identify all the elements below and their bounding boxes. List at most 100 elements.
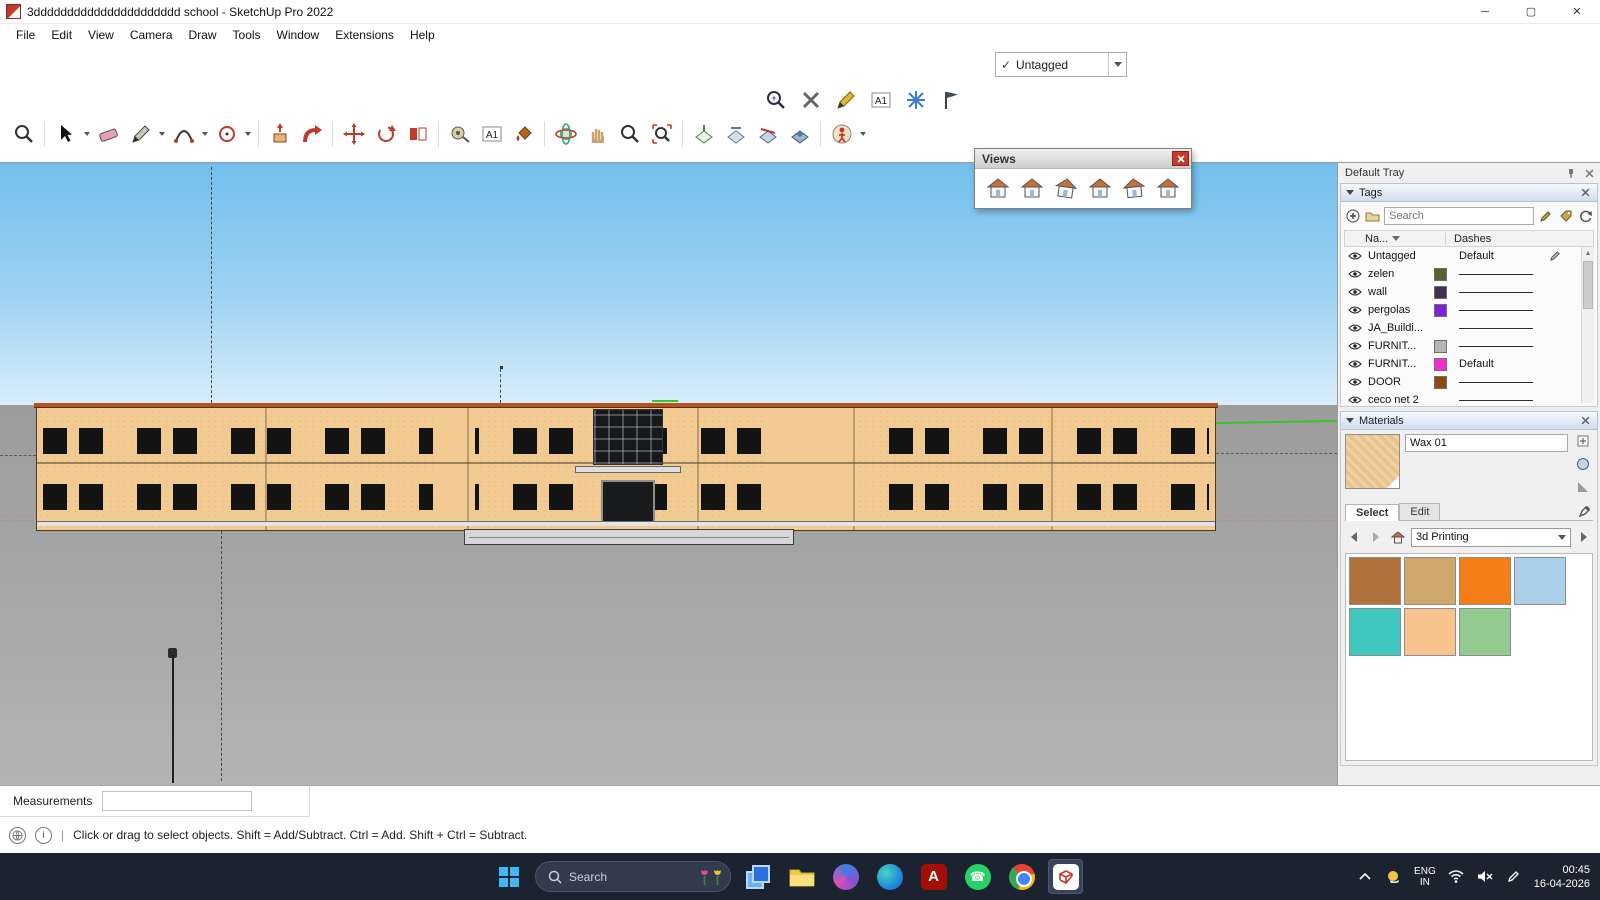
- tag-dashes-cell[interactable]: [1451, 310, 1543, 311]
- pan-tool[interactable]: [582, 118, 613, 150]
- start-button[interactable]: [492, 860, 526, 894]
- tag-row[interactable]: Untagged Default: [1344, 247, 1594, 265]
- measurements-value-field[interactable]: [102, 791, 252, 811]
- view-button[interactable]: [982, 174, 1013, 201]
- sketchup-app-icon[interactable]: [1048, 859, 1083, 894]
- section-display-tool[interactable]: [720, 118, 751, 150]
- tag-dashes-cell[interactable]: [1451, 400, 1543, 401]
- tag-dashes-cell[interactable]: [1451, 346, 1543, 347]
- zoom-tool[interactable]: [8, 118, 39, 150]
- visibility-eye-icon[interactable]: [1346, 251, 1364, 261]
- look-around-tool[interactable]: [826, 118, 857, 150]
- search-highlight-tulips-icon[interactable]: [698, 868, 724, 886]
- model-viewport[interactable]: [0, 163, 1337, 785]
- maximize-button[interactable]: ▢: [1508, 0, 1554, 24]
- dimension-a1-tool[interactable]: A1: [865, 84, 896, 116]
- tag-color-swatch[interactable]: [1434, 376, 1447, 389]
- acrobat-app-icon[interactable]: A: [916, 859, 951, 894]
- view-button[interactable]: [1050, 174, 1081, 201]
- view-button[interactable]: [1084, 174, 1115, 201]
- tray-close-icon[interactable]: [1582, 166, 1596, 180]
- tray-pin-icon[interactable]: [1564, 166, 1578, 180]
- arc-tool[interactable]: [168, 118, 199, 150]
- materials-close-icon[interactable]: [1578, 414, 1592, 428]
- tag-dashes-cell[interactable]: [1451, 328, 1543, 329]
- menu-item[interactable]: View: [80, 25, 122, 45]
- freehand-pencil-tool[interactable]: [830, 84, 861, 116]
- follow-me-tool[interactable]: [296, 118, 327, 150]
- tag-row[interactable]: DOOR: [1344, 373, 1594, 391]
- section-cuts-tool[interactable]: [752, 118, 783, 150]
- material-swatch[interactable]: [1404, 608, 1456, 656]
- tag-row[interactable]: ceco net 2: [1344, 391, 1594, 403]
- menu-item[interactable]: Camera: [122, 25, 181, 45]
- material-display-icon[interactable]: [1576, 457, 1590, 474]
- move-tool[interactable]: [338, 118, 369, 150]
- tag-color-swatch[interactable]: [1434, 304, 1447, 317]
- column-dashes-header[interactable]: Dashes: [1445, 233, 1593, 245]
- view-button[interactable]: [1016, 174, 1047, 201]
- tag-dashes-cell[interactable]: [1451, 274, 1543, 275]
- details-arrow-icon[interactable]: [1575, 528, 1593, 546]
- material-collection-dropdown[interactable]: 3d Printing: [1411, 528, 1571, 547]
- tab-select[interactable]: Select: [1345, 504, 1399, 521]
- menu-item[interactable]: Tools: [225, 25, 269, 45]
- visibility-eye-icon[interactable]: [1346, 377, 1364, 387]
- scrollbar-thumb[interactable]: [1583, 261, 1593, 309]
- edit-tag-pencil-icon[interactable]: [1537, 208, 1554, 225]
- tag-row[interactable]: JA_Buildi...: [1344, 319, 1594, 337]
- create-material-icon[interactable]: [1576, 434, 1590, 451]
- add-tag-icon[interactable]: [1344, 208, 1361, 225]
- material-swatch[interactable]: [1349, 557, 1401, 605]
- taskbar-search-box[interactable]: Search: [535, 861, 731, 892]
- help-info-icon[interactable]: i: [35, 827, 52, 844]
- menu-item[interactable]: Window: [269, 25, 328, 45]
- select-tool[interactable]: [50, 118, 81, 150]
- tags-search-input[interactable]: [1384, 207, 1534, 225]
- weather-tray-icon[interactable]: [1385, 868, 1403, 886]
- visibility-eye-icon[interactable]: [1346, 287, 1364, 297]
- tag-dashes-cell[interactable]: Default: [1451, 250, 1543, 262]
- whatsapp-app-icon[interactable]: ☎: [960, 859, 995, 894]
- tag-row[interactable]: pergolas: [1344, 301, 1594, 319]
- material-swatch[interactable]: [1349, 608, 1401, 656]
- line-dropdown-caret[interactable]: [157, 118, 167, 150]
- material-swatch[interactable]: [1514, 557, 1566, 605]
- cross-tool[interactable]: [795, 84, 826, 116]
- add-tag-folder-icon[interactable]: [1364, 208, 1381, 225]
- tag-color-swatch[interactable]: [1434, 286, 1447, 299]
- photos-app-icon[interactable]: [828, 859, 863, 894]
- tag-dashes-cell[interactable]: [1451, 382, 1543, 383]
- line-tool[interactable]: [125, 118, 156, 150]
- close-button[interactable]: ✕: [1554, 0, 1600, 24]
- minimize-button[interactable]: ─: [1462, 0, 1508, 24]
- view-button[interactable]: [1118, 174, 1149, 201]
- forward-arrow-icon[interactable]: [1367, 528, 1385, 546]
- materials-panel-header[interactable]: Materials: [1340, 411, 1598, 430]
- tag-color-swatch[interactable]: [1434, 340, 1447, 353]
- geolocation-status-icon[interactable]: [9, 827, 26, 844]
- chrome-app-icon[interactable]: [1004, 859, 1039, 894]
- material-swatch[interactable]: [1404, 557, 1456, 605]
- section-fill-tool[interactable]: [784, 118, 815, 150]
- visibility-eye-icon[interactable]: [1346, 323, 1364, 333]
- menu-item[interactable]: Draw: [181, 25, 225, 45]
- tag-color-swatch[interactable]: [1434, 268, 1447, 281]
- tag-dashes-cell[interactable]: Default: [1451, 358, 1543, 370]
- wifi-icon[interactable]: [1447, 868, 1465, 886]
- rotate-tool[interactable]: [370, 118, 401, 150]
- flip-tool[interactable]: [402, 118, 433, 150]
- taskbar-clock[interactable]: 00:45 16-04-2026: [1534, 863, 1590, 891]
- material-swatch[interactable]: [1459, 557, 1511, 605]
- trimble-connect-app-icon[interactable]: [740, 859, 775, 894]
- active-tag-dropdown[interactable]: ✓ Untagged: [995, 52, 1127, 77]
- orbit-tool[interactable]: [550, 118, 581, 150]
- collapse-triangle-icon[interactable]: [1346, 190, 1354, 199]
- volume-mute-icon[interactable]: [1476, 868, 1494, 886]
- paint-bucket-tool[interactable]: [508, 118, 539, 150]
- menu-item[interactable]: Edit: [43, 25, 80, 45]
- visibility-eye-icon[interactable]: [1346, 359, 1364, 369]
- pencil-icon[interactable]: [1547, 250, 1563, 262]
- section-plane-tool[interactable]: [688, 118, 719, 150]
- material-name-field[interactable]: [1405, 434, 1568, 452]
